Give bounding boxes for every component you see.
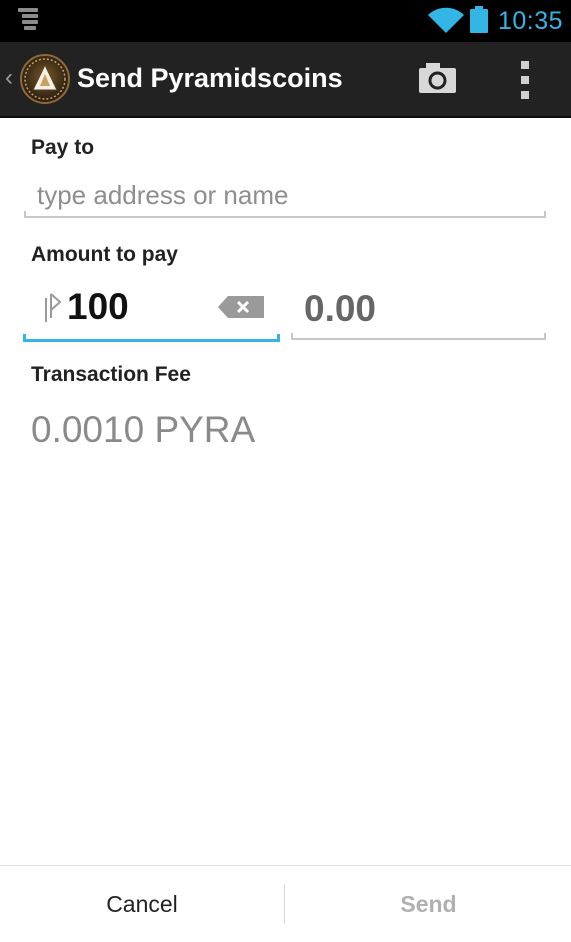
local-amount-input[interactable]: 0.00 [291, 280, 546, 340]
battery-icon [470, 6, 488, 33]
action-bar: ‹ Send Pyramidscoins [0, 42, 571, 118]
overflow-menu-icon[interactable] [510, 57, 540, 103]
amount-label: Amount to pay [31, 243, 178, 266]
local-amount-value: 0.00 [304, 288, 377, 329]
pay-to-label: Pay to [31, 136, 95, 159]
btc-input-underline [23, 334, 280, 342]
address-input[interactable]: type address or name [24, 172, 546, 218]
status-bar: 10:35 [0, 0, 571, 42]
backspace-clear-icon[interactable] [218, 294, 266, 320]
send-button[interactable]: Send [286, 866, 571, 942]
app-logo[interactable] [20, 54, 70, 104]
notification-icon [14, 8, 40, 34]
status-clock: 10:35 [498, 7, 564, 35]
btc-amount-input[interactable]: 100 [23, 280, 280, 342]
back-caret-icon[interactable]: ‹ [5, 66, 13, 90]
camera-icon[interactable] [412, 59, 462, 101]
address-placeholder: type address or name [37, 180, 289, 210]
fee-value: 0.0010 PYRA [31, 409, 256, 450]
button-bar: Cancel Send [0, 865, 571, 942]
page-title: Send Pyramidscoins [77, 63, 343, 93]
cancel-button[interactable]: Cancel [0, 866, 284, 942]
btc-amount-value: 100 [67, 286, 129, 327]
local-input-underline [291, 333, 546, 340]
wifi-icon [428, 7, 464, 33]
address-underline [24, 211, 546, 218]
coin-symbol-icon [45, 293, 62, 322]
button-divider [284, 884, 285, 924]
fee-label: Transaction Fee [31, 363, 191, 386]
